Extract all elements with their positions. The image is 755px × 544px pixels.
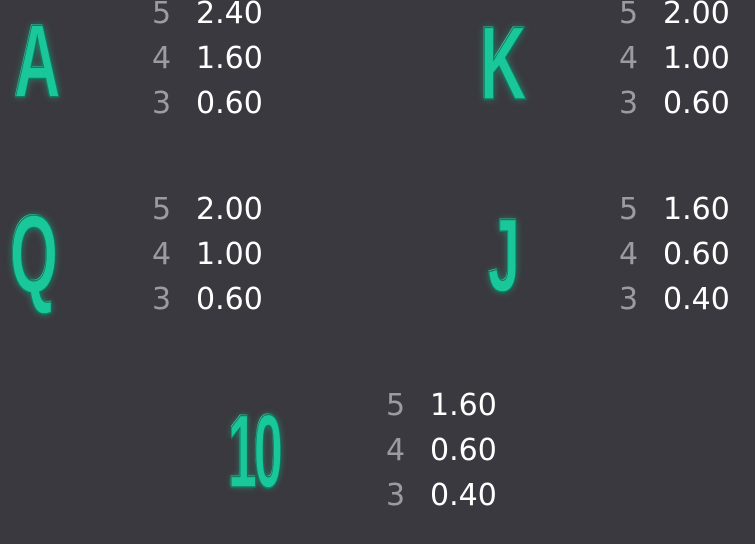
payout-value: 0.60 [663, 86, 730, 121]
payout-row: 5 2.00 [619, 0, 730, 34]
payout-count: 3 [619, 282, 639, 317]
symbol-k: K [480, 6, 527, 122]
payout-row: 5 1.60 [386, 386, 497, 426]
payout-value: 2.40 [196, 0, 263, 31]
payout-count: 3 [152, 86, 172, 121]
payout-value: 1.00 [663, 41, 730, 76]
payout-value: 0.60 [196, 282, 263, 317]
payout-count: 4 [386, 433, 406, 468]
payout-row: 4 1.00 [619, 39, 730, 79]
symbol-10: 10 [228, 394, 284, 510]
payout-count: 4 [619, 237, 639, 272]
payout-count: 4 [152, 237, 172, 272]
payout-value: 1.60 [430, 388, 497, 423]
payout-value: 0.60 [196, 86, 263, 121]
payout-count: 4 [152, 41, 172, 76]
payout-row: 5 2.40 [152, 0, 263, 34]
payout-row: 4 1.00 [152, 235, 263, 275]
symbol-j: J [488, 198, 521, 314]
payout-row: 5 2.00 [152, 190, 263, 230]
symbol-q: Q [10, 193, 59, 316]
payout-value: 1.60 [663, 192, 730, 227]
payout-count: 3 [386, 478, 406, 513]
payout-row: 3 0.60 [619, 84, 730, 124]
payout-count: 3 [619, 86, 639, 121]
payout-row: 3 0.60 [152, 280, 263, 320]
payout-row: 4 0.60 [619, 235, 730, 275]
payout-value: 0.60 [430, 433, 497, 468]
payout-row: 5 1.60 [619, 190, 730, 230]
payout-count: 5 [386, 388, 406, 423]
payout-count: 5 [152, 192, 172, 227]
payout-count: 3 [152, 282, 172, 317]
symbol-a: A [14, 4, 61, 120]
payout-value: 0.40 [663, 282, 730, 317]
payout-row: 3 0.40 [619, 280, 730, 320]
payout-value: 0.40 [430, 478, 497, 513]
payout-count: 5 [619, 192, 639, 227]
payout-count: 5 [152, 0, 172, 31]
payout-count: 4 [619, 41, 639, 76]
payout-value: 0.60 [663, 237, 730, 272]
payout-value: 1.00 [196, 237, 263, 272]
payout-row: 3 0.60 [152, 84, 263, 124]
payout-row: 4 0.60 [386, 431, 497, 471]
payout-value: 2.00 [663, 0, 730, 31]
payout-row: 4 1.60 [152, 39, 263, 79]
payout-row: 3 0.40 [386, 476, 497, 516]
payout-count: 5 [619, 0, 639, 31]
payout-value: 1.60 [196, 41, 263, 76]
payout-value: 2.00 [196, 192, 263, 227]
